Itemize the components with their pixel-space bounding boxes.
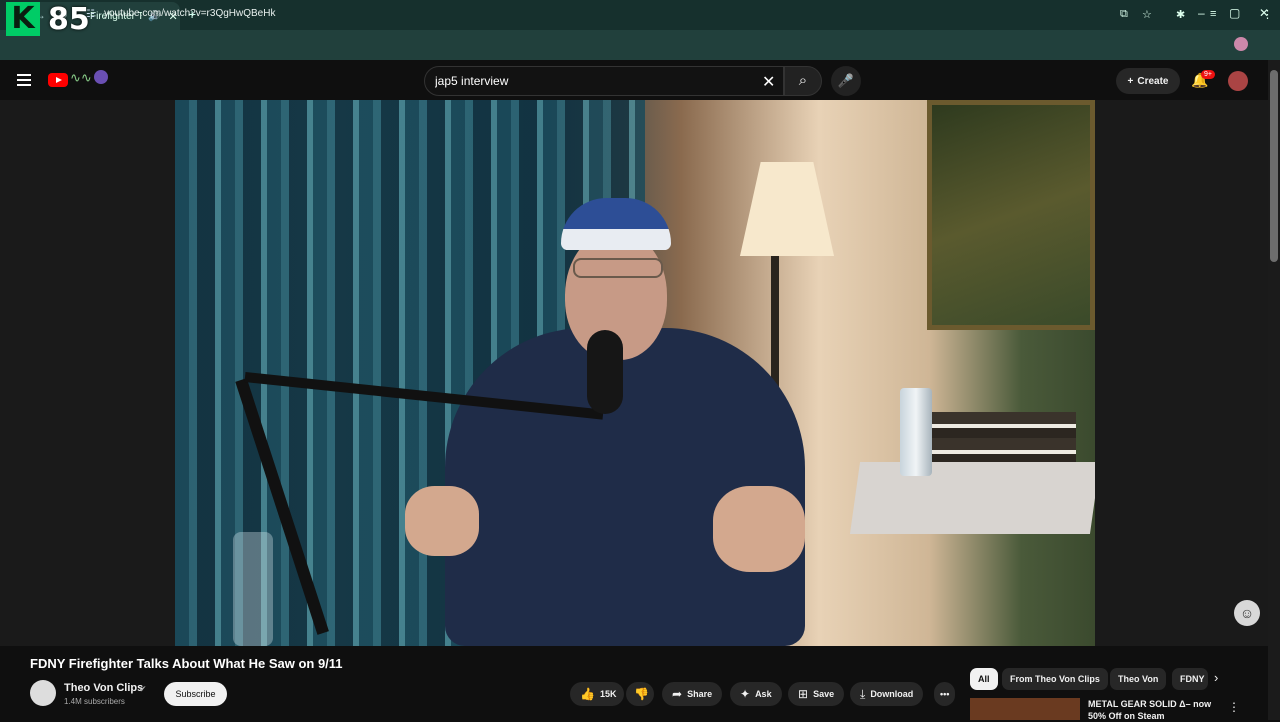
share-label: Share	[687, 689, 713, 699]
book-stack	[930, 412, 1076, 468]
chip-from-theo-von-clips[interactable]: From Theo Von Clips	[1002, 668, 1108, 690]
install-icon[interactable]: ⧉	[1120, 8, 1128, 21]
download-button[interactable]: ⤓ Download	[850, 682, 924, 706]
scrollbar-thumb[interactable]	[1270, 70, 1278, 262]
podcast-microphone	[587, 330, 623, 414]
more-actions-button[interactable]: •••	[934, 682, 956, 706]
create-label: Create	[1137, 75, 1169, 87]
download-label: Download	[870, 689, 914, 699]
like-icon: 👍	[580, 687, 595, 701]
ask-label: Ask	[755, 689, 772, 699]
overlay-counter: 85	[48, 2, 90, 37]
search-button[interactable]: ⌕	[784, 66, 822, 96]
doodle-badge-icon	[94, 70, 108, 84]
painting	[927, 100, 1095, 330]
chip-fdny[interactable]: FDNY	[1172, 668, 1208, 690]
youtube-logo-icon[interactable]	[48, 73, 68, 87]
chip-theo-von[interactable]: Theo Von	[1110, 668, 1167, 690]
guest-right-hand	[713, 486, 805, 572]
dislike-button[interactable]: 👎	[626, 682, 654, 706]
maximize-button[interactable]: ▢	[1229, 6, 1240, 20]
clear-icon[interactable]: ✕	[762, 72, 775, 92]
bookmark-star-icon[interactable]: ☆	[1142, 8, 1152, 21]
save-button[interactable]: ⊞ Save	[788, 682, 845, 706]
guest-left-hand	[405, 486, 479, 556]
drink-can	[900, 388, 932, 476]
channel-avatar[interactable]	[30, 680, 56, 706]
chip-all[interactable]: All	[970, 668, 998, 690]
like-button[interactable]: 👍 15K	[570, 682, 624, 706]
save-label: Save	[813, 689, 835, 699]
browser-menu-icon[interactable]: ⋮	[1262, 8, 1273, 21]
recommendation-more-icon[interactable]: ⋮	[1228, 700, 1240, 714]
verified-icon: ✔	[139, 684, 147, 694]
recommendation-thumbnail[interactable]	[970, 698, 1080, 720]
search-input[interactable]	[433, 73, 743, 89]
recommendation-title[interactable]: METAL GEAR SOLID Δ– now 50% Off on Steam	[1088, 698, 1218, 722]
extensions-icon[interactable]: ✱	[1176, 8, 1185, 21]
video-frame[interactable]	[175, 100, 1095, 646]
share-icon: ➦	[672, 687, 683, 701]
plus-icon: +	[1127, 75, 1134, 87]
channel-watermark-icon[interactable]: ☺	[1234, 600, 1260, 626]
save-icon: ⊞	[798, 687, 809, 701]
chevron-right-icon[interactable]: ›	[1214, 670, 1218, 685]
guest-glasses	[573, 258, 663, 278]
address-bar	[0, 30, 1280, 60]
subscriber-count: 1.4M subscribers	[64, 697, 125, 706]
share-button[interactable]: ➦ Share	[662, 682, 723, 706]
subscribe-button[interactable]: Subscribe	[164, 682, 227, 706]
url-field[interactable]: youtube.com/watch?v=r3QgHwQBeHk	[104, 8, 275, 19]
video-title: FDNY Firefighter Talks About What He Saw…	[30, 656, 343, 671]
channel-name[interactable]: Theo Von Clips	[64, 682, 143, 694]
search-box[interactable]	[424, 66, 784, 96]
more-icon: •••	[940, 689, 950, 699]
dislike-icon: 👎	[634, 687, 649, 701]
overlay-logo: K	[6, 2, 40, 36]
ask-button[interactable]: ✦ Ask	[730, 682, 782, 706]
account-avatar[interactable]	[1228, 71, 1248, 91]
like-count: 15K	[599, 689, 617, 699]
mic-icon[interactable]: 🎤	[831, 66, 861, 96]
water-bottle	[233, 532, 273, 646]
browser-profile-avatar[interactable]	[1234, 37, 1248, 51]
notification-badge: 9+	[1201, 70, 1215, 79]
create-button[interactable]: + Create	[1116, 68, 1180, 94]
marble-table	[849, 462, 1095, 534]
ask-icon: ✦	[740, 687, 751, 701]
search-icon: ⌕	[798, 72, 808, 89]
download-icon: ⤓	[860, 686, 866, 701]
menu-icon[interactable]	[17, 74, 31, 89]
minimize-button[interactable]: –	[1198, 6, 1205, 20]
media-control-icon[interactable]: ≡	[1210, 8, 1216, 20]
lamp-shade	[740, 162, 834, 256]
doodle-logo-icon[interactable]: ∿∿	[70, 70, 92, 86]
